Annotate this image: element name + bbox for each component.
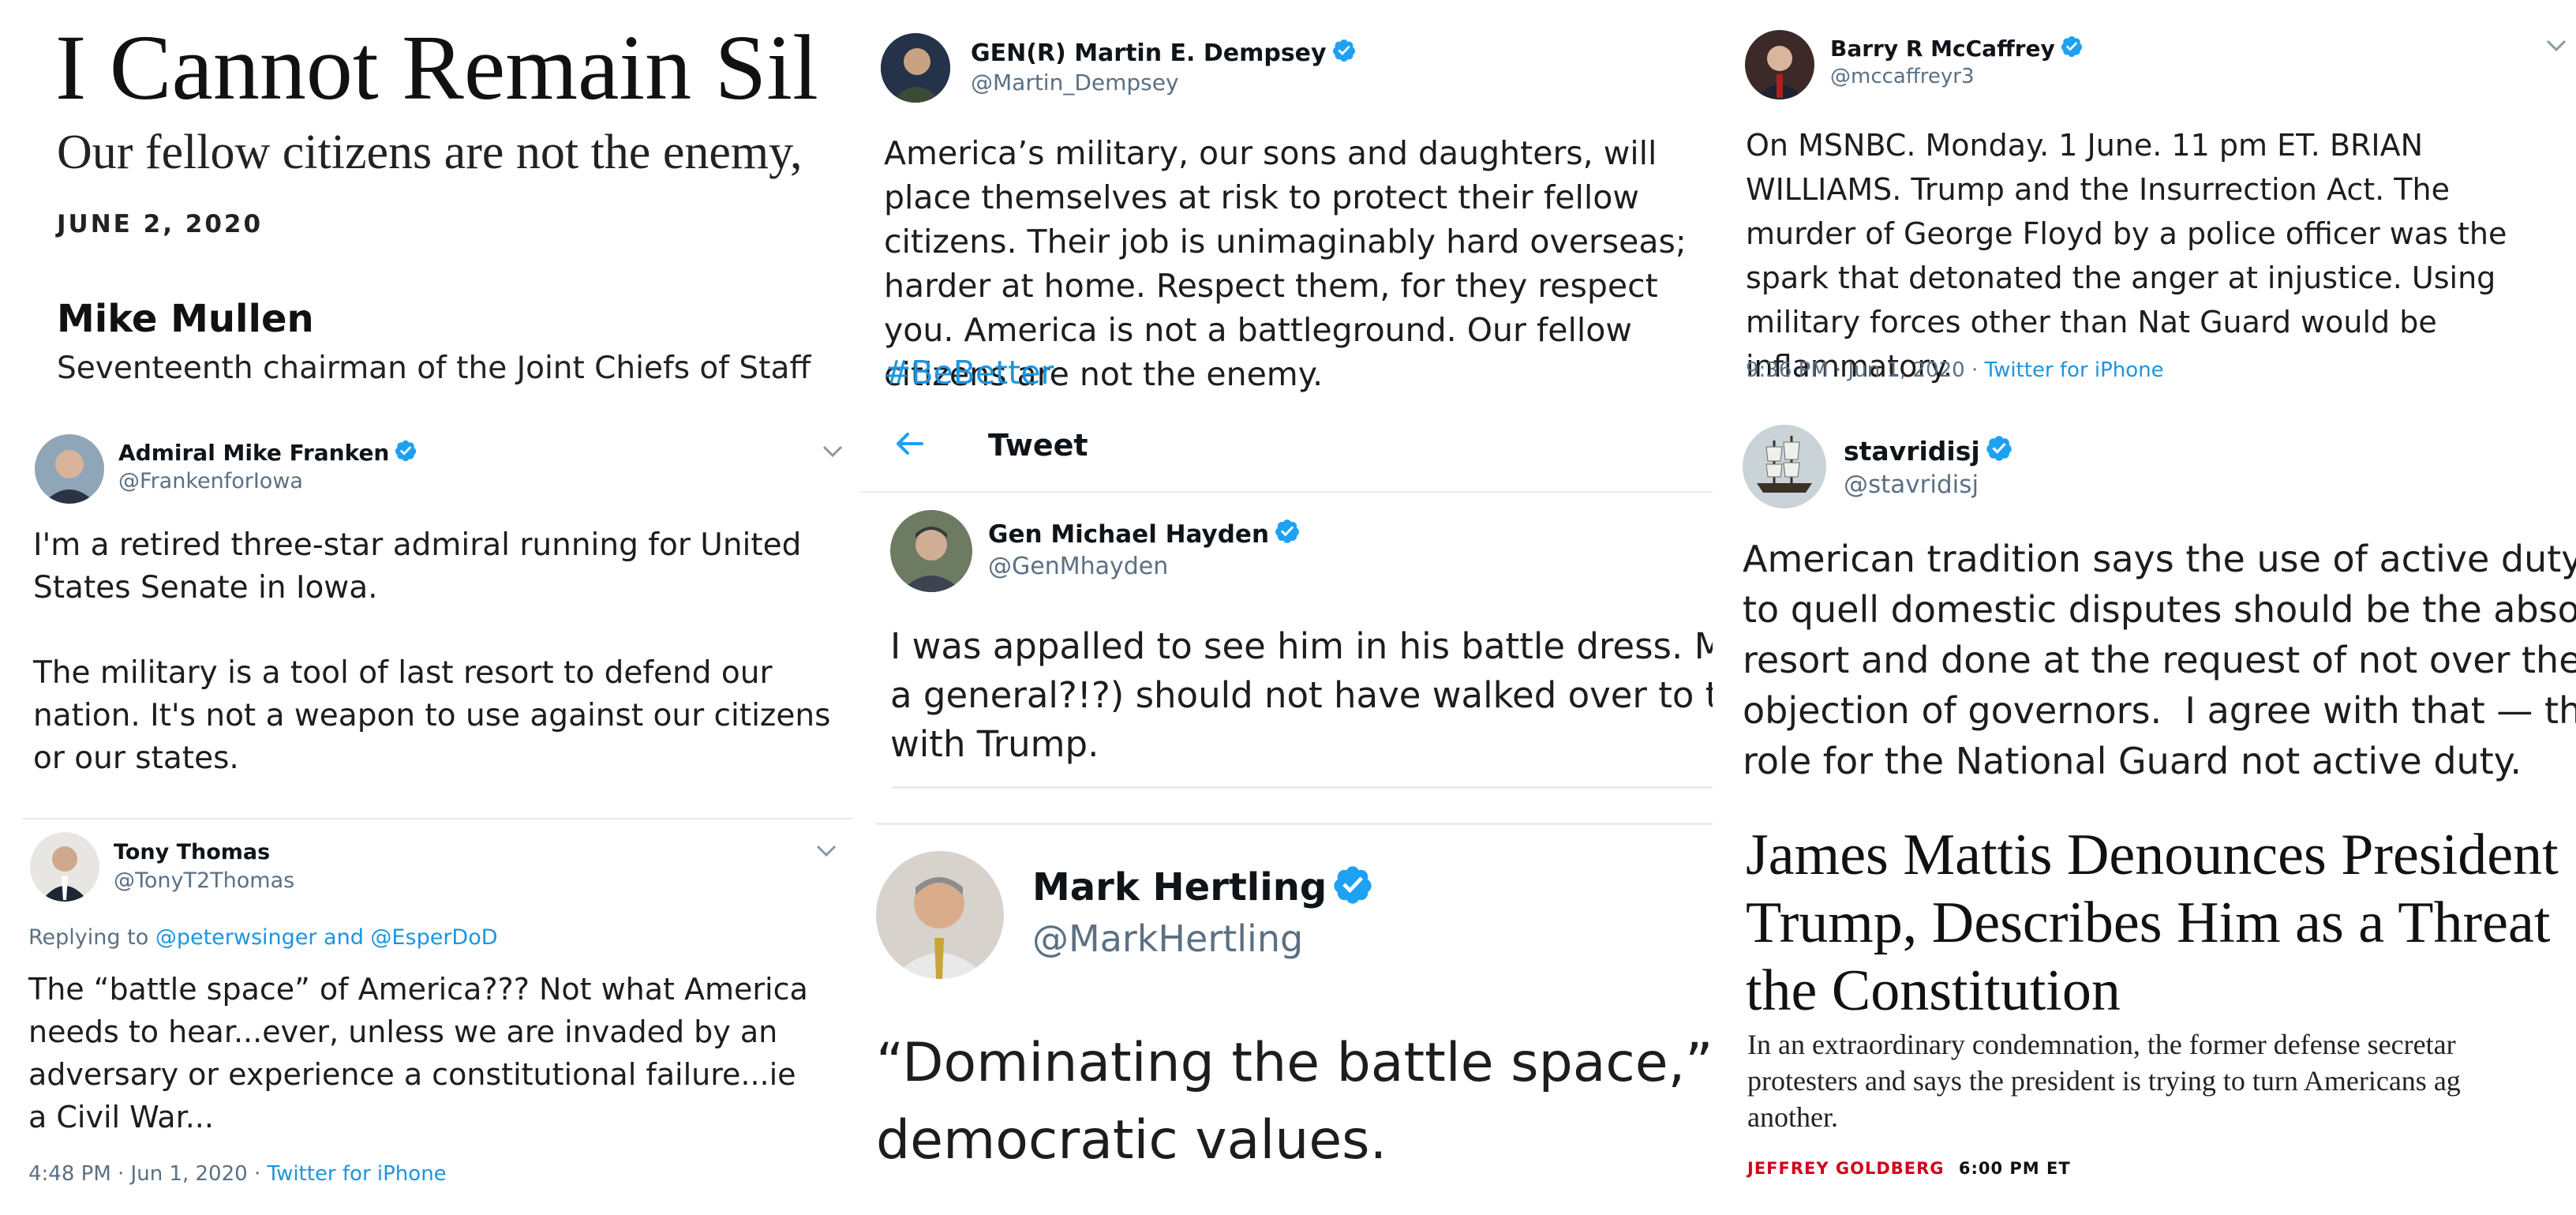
tweet-text: “Dominating the battle space,” democrati… [876,1032,1713,1172]
author-handle[interactable]: @TonyT2Thomas [114,868,294,893]
article-author-title: Seventeenth chairman of the Joint Chiefs… [57,351,811,386]
verified-badge-icon [1331,38,1357,63]
avatar-image [30,832,99,902]
article-byline: JEFFREY GOLDBERG 6:00 PM ET [1747,1159,2071,1178]
hertling-tweet-panel: Mark Hertling @MarkHertling “Dominating … [860,821,1713,1215]
tweet-timestamp: 9:36 PM · Jun 1, 2020 · Twitter for iPho… [1746,358,2164,382]
timestamp-text: 4:48 PM · Jun 1, 2020 · [28,1162,268,1186]
avatar[interactable] [876,851,1004,979]
author-name[interactable]: Mark Hertling [1032,864,1374,909]
byline-time: 6:00 PM ET [1958,1159,2071,1178]
avatar-image [1743,425,1826,508]
replying-to: Replying to @peterwsinger and @EsperDoD [28,925,498,950]
author-handle[interactable]: @GenMhayden [988,553,1168,580]
verified-badge-icon [1274,518,1301,545]
avatar-image [876,851,1004,979]
author-handle[interactable]: @Martin_Dempsey [971,69,1179,96]
avatar[interactable] [30,832,99,902]
verified-badge-icon [1985,434,2013,463]
thomas-tweet-panel: Tony Thomas @TonyT2Thomas Replying to @p… [0,821,852,1215]
author-handle[interactable]: @stavridisj [1844,471,1979,499]
author-name-text: GEN(R) Martin E. Dempsey [971,39,1327,67]
avatar[interactable] [1745,30,1814,99]
article-headline: I Cannot Remain Sil [55,16,818,119]
article-dek: In an extraordinary condemnation, the fo… [1747,1029,2461,1133]
mccaffrey-tweet-panel: Barry R McCaffrey @mccaffreyr3 On MSNBC.… [1724,0,2576,411]
reply-mentions-link[interactable]: @peterwsinger and @EsperDoD [155,925,498,950]
avatar-image [890,510,972,592]
author-name-text: Gen Michael Hayden [988,520,1270,549]
verified-badge-icon [2060,35,2084,58]
divider [22,818,852,819]
author-name[interactable]: GEN(R) Martin E. Dempsey [971,38,1357,67]
header-divider [860,491,1713,493]
article-subhead: Our fellow citizens are not the enemy, [57,126,803,179]
author-name[interactable]: Admiral Mike Franken [118,439,417,466]
author-name[interactable]: stavridisj [1844,434,2013,467]
author-name-text: Admiral Mike Franken [118,440,390,466]
avatar[interactable] [890,510,972,592]
back-arrow-icon[interactable] [893,428,925,459]
author-name[interactable]: Tony Thomas [114,840,270,864]
byline-author[interactable]: JEFFREY GOLDBERG [1747,1159,1945,1178]
avatar-image [881,33,950,103]
tweet-text: American tradition says the use of activ… [1743,538,2576,782]
author-name-text: Barry R McCaffrey [1830,36,2055,62]
divider [892,786,1713,789]
author-name-text: stavridisj [1844,436,1980,467]
author-handle[interactable]: @MarkHertling [1032,917,1303,960]
hayden-tweet-panel: Tweet Gen Michael Hayden @GenMhayden I w… [860,411,1713,821]
mullen-article-panel: I Cannot Remain Sil Our fellow citizens … [0,0,852,411]
hashtag-link[interactable]: #BeBetter [884,351,1054,395]
source-link[interactable]: Twitter for iPhone [267,1162,446,1186]
stavridis-tweet-panel: stavridisj @stavridisj American traditio… [1724,411,2576,821]
divider [876,823,1713,825]
article-author: Mike Mullen [57,297,314,341]
tweet-text: I was appalled to see him in his battle … [890,625,1713,765]
author-handle[interactable]: @mccaffreyr3 [1830,65,1975,88]
source-link[interactable]: Twitter for iPhone [1984,358,2163,382]
franken-tweet-panel: Admiral Mike Franken @FrankenforIowa I'm… [0,411,852,821]
chevron-down-icon[interactable] [814,843,838,859]
verified-badge-icon [394,439,417,463]
chevron-down-icon[interactable] [821,444,844,459]
avatar[interactable] [1743,425,1826,508]
author-handle[interactable]: @FrankenforIowa [118,469,303,493]
avatar[interactable] [881,33,950,103]
mattis-article-panel: James Mattis Denounces President Trump, … [1724,821,2576,1215]
article-headline: James Mattis Denounces President Trump, … [1746,823,2559,1023]
page-title: Tweet [988,428,1088,463]
timestamp-text: 9:36 PM · Jun 1, 2020 · [1746,358,1985,382]
avatar-image [35,434,104,504]
verified-badge-icon [1331,864,1374,906]
article-date: JUNE 2, 2020 [57,210,264,238]
author-name-text: Mark Hertling [1032,865,1327,909]
avatar-image [1745,30,1814,99]
chevron-down-icon[interactable] [2544,38,2568,54]
author-name[interactable]: Barry R McCaffrey [1830,35,2084,62]
dempsey-tweet-panel: GEN(R) Martin E. Dempsey @Martin_Dempsey… [860,0,1713,411]
replying-to-label: Replying to [28,925,155,950]
tweet-text-paragraph-2: The military is a tool of last resort to… [33,655,831,776]
tweet-text: The “battle space” of America??? Not wha… [28,972,808,1134]
tweet-timestamp: 4:48 PM · Jun 1, 2020 · Twitter for iPho… [28,1162,447,1186]
author-name[interactable]: Gen Michael Hayden [988,518,1301,549]
tweet-text: On MSNBC. Monday. 1 June. 11 pm ET. BRIA… [1746,128,2507,384]
avatar[interactable] [35,434,104,504]
tweet-text-paragraph-1: I'm a retired three-star admiral running… [33,527,802,606]
